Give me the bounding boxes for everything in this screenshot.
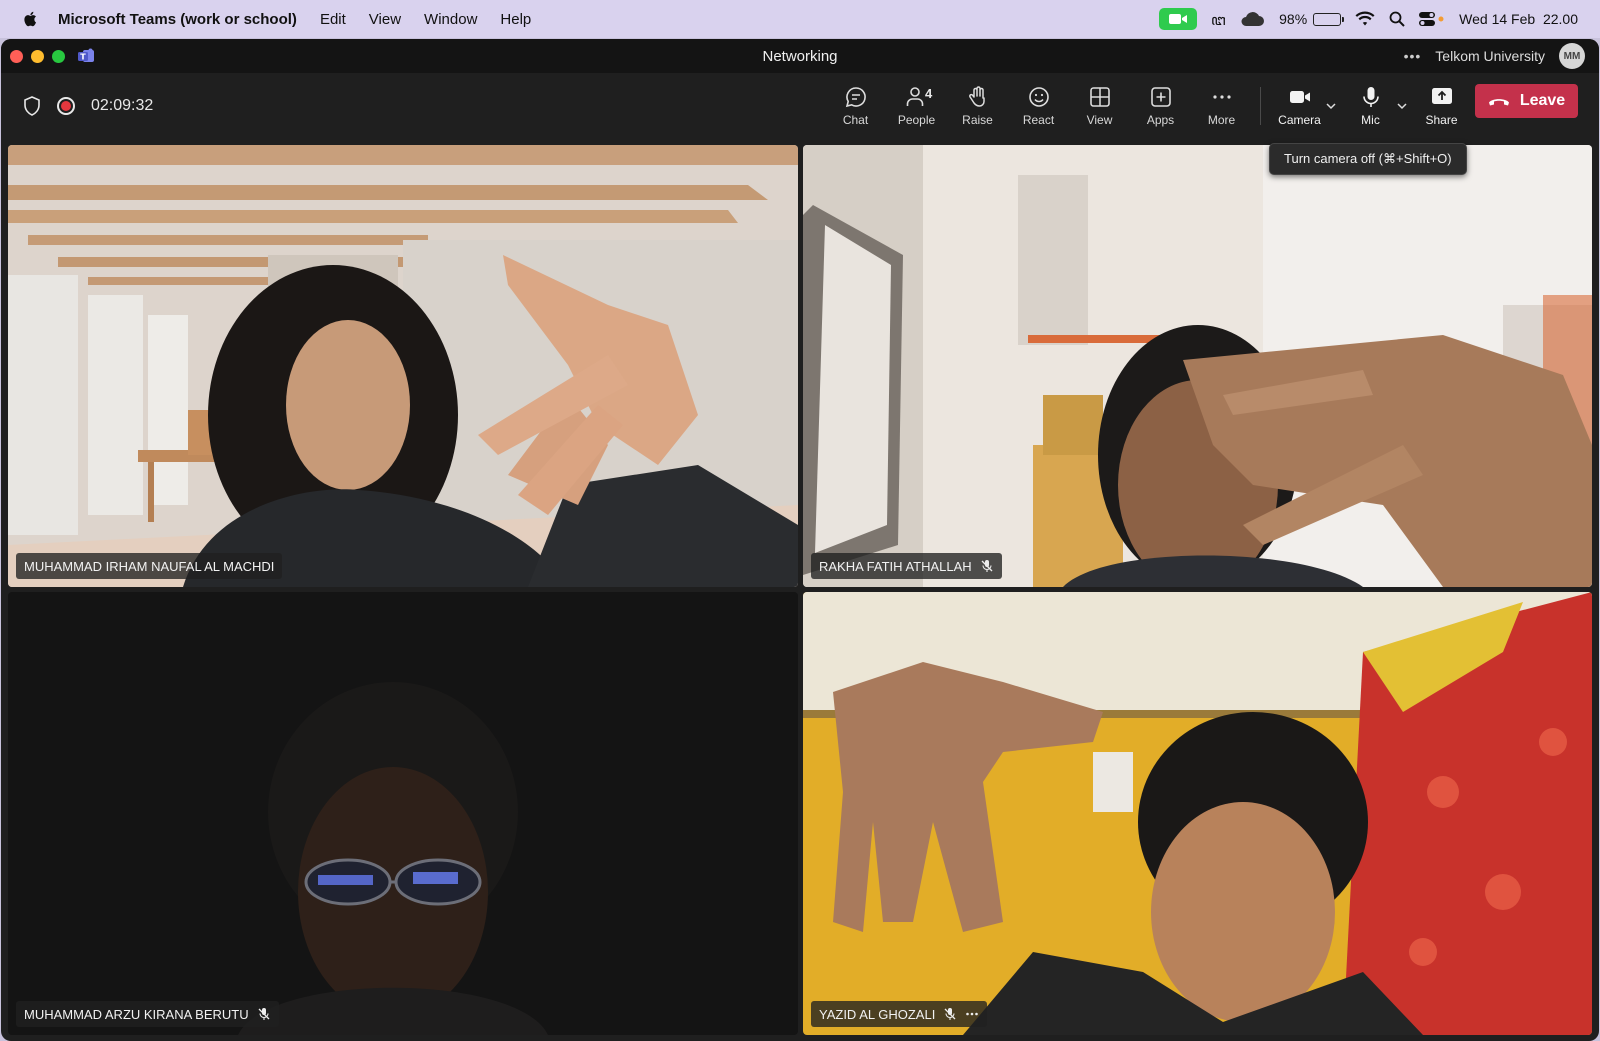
- battery-icon: [1313, 12, 1345, 26]
- mic-button[interactable]: Mic: [1340, 78, 1401, 134]
- window-controls: [10, 49, 65, 63]
- participant-name-tag: MUHAMMAD ARZU KIRANA BERUTU: [16, 1001, 279, 1027]
- view-button[interactable]: View: [1069, 78, 1130, 134]
- raise-hand-icon: [968, 86, 985, 107]
- battery-status[interactable]: 98%: [1279, 11, 1345, 27]
- teams-window: T Networking ••• Telkom University MM 02…: [1, 39, 1599, 1041]
- leave-label: Leave: [1519, 92, 1566, 109]
- menu-bar: Microsoft Teams (work or school) Edit Vi…: [0, 0, 1600, 38]
- grid-view-icon: [1089, 87, 1110, 107]
- org-name[interactable]: Telkom University: [1435, 48, 1545, 64]
- menubar-status: ꦧ 98% Wed 14 Feb 22.00: [1159, 0, 1578, 38]
- participant-video-feed: [8, 145, 798, 587]
- recording-icon: [57, 97, 75, 115]
- apple-icon[interactable]: [22, 10, 40, 28]
- people-label: People: [897, 113, 936, 127]
- ellipsis-icon: [1212, 95, 1231, 99]
- camera-label: Camera: [1278, 113, 1321, 127]
- microphone-icon: [1362, 87, 1379, 107]
- battery-percent: 98%: [1279, 11, 1308, 27]
- people-count: 4: [925, 86, 933, 101]
- react-button[interactable]: React: [1008, 78, 1069, 134]
- share-label: Share: [1425, 113, 1458, 127]
- mic-off-icon: [981, 560, 993, 572]
- participant-name: YAZID AL GHOZALI: [819, 1006, 936, 1022]
- more-options-icon[interactable]: •••: [1404, 48, 1422, 64]
- control-center-icon[interactable]: [1419, 11, 1445, 27]
- zoom-window-button[interactable]: [52, 49, 65, 63]
- app-menu[interactable]: Microsoft Teams (work or school): [58, 11, 297, 28]
- mic-label: Mic: [1361, 113, 1380, 127]
- input-source-icon[interactable]: ꦧ: [1211, 10, 1225, 28]
- minimize-window-button[interactable]: [31, 49, 44, 63]
- menu-view[interactable]: View: [369, 11, 401, 28]
- participant-video-feed: [803, 145, 1592, 587]
- meeting-status: 02:09:32: [23, 96, 153, 116]
- svg-text:ꦧ: ꦧ: [1211, 11, 1225, 28]
- clock[interactable]: Wed 14 Feb 22.00: [1459, 11, 1578, 27]
- video-grid: MUHAMMAD IRHAM NAUFAL AL MACHDI RAKHA FA…: [8, 145, 1592, 1035]
- participant-more-options-icon[interactable]: [965, 1007, 979, 1021]
- chat-icon: [845, 87, 866, 108]
- chat-button[interactable]: Chat: [825, 78, 886, 134]
- meeting-timer: 02:09:32: [91, 97, 154, 114]
- avatar[interactable]: MM: [1559, 43, 1585, 69]
- camera-tooltip: Turn camera off (⌘+Shift+O): [1269, 143, 1467, 175]
- share-button[interactable]: Share: [1411, 78, 1472, 134]
- toolbar-buttons: Chat 4 People Raise React View Apps More…: [825, 73, 1472, 139]
- meeting-toolbar: 02:09:32 Chat 4 People Raise React View …: [1, 73, 1599, 139]
- view-label: View: [1086, 113, 1113, 127]
- shield-icon[interactable]: [23, 96, 41, 116]
- raise-hand-button[interactable]: Raise: [947, 78, 1008, 134]
- participant-name: MUHAMMAD IRHAM NAUFAL AL MACHDI: [24, 558, 275, 574]
- participant-name: MUHAMMAD ARZU KIRANA BERUTU: [24, 1006, 249, 1022]
- smiley-icon: [1028, 87, 1049, 107]
- share-screen-icon: [1431, 88, 1452, 104]
- hang-up-icon: [1488, 99, 1509, 106]
- apps-button[interactable]: Apps: [1130, 78, 1191, 134]
- participant-name-tag: RAKHA FATIH ATHALLAH: [811, 553, 1002, 579]
- apps-label: Apps: [1146, 113, 1175, 127]
- camera-button[interactable]: Camera: [1269, 78, 1330, 134]
- mic-off-icon: [944, 1008, 956, 1020]
- participant-video-tile[interactable]: MUHAMMAD IRHAM NAUFAL AL MACHDI: [8, 145, 798, 587]
- participant-video-feed: [803, 592, 1592, 1035]
- people-button[interactable]: 4 People: [886, 78, 947, 134]
- title-bar-right: ••• Telkom University MM: [1404, 39, 1585, 73]
- camera-icon: [1289, 91, 1310, 103]
- participant-name: RAKHA FATIH ATHALLAH: [819, 558, 972, 574]
- spotlight-search-icon[interactable]: [1389, 11, 1405, 27]
- menu-help[interactable]: Help: [500, 11, 531, 28]
- raise-label: Raise: [962, 113, 993, 127]
- participant-video-tile[interactable]: YAZID AL GHOZALI: [803, 592, 1592, 1035]
- more-button[interactable]: More: [1191, 78, 1252, 134]
- meeting-title: Networking: [762, 47, 838, 65]
- cloud-icon[interactable]: [1239, 11, 1265, 27]
- react-label: React: [1022, 113, 1055, 127]
- wifi-icon[interactable]: [1355, 11, 1375, 27]
- add-app-icon: [1150, 87, 1171, 107]
- camera-in-use-icon[interactable]: [1159, 8, 1198, 30]
- chat-label: Chat: [842, 113, 869, 127]
- mic-off-icon: [258, 1008, 270, 1020]
- teams-logo-icon: T: [78, 48, 94, 62]
- participant-name-tag: YAZID AL GHOZALI: [811, 1001, 988, 1027]
- participant-video-feed: [8, 592, 798, 1035]
- svg-text:T: T: [80, 53, 86, 62]
- menu-window[interactable]: Window: [424, 11, 477, 28]
- leave-button[interactable]: Leave: [1475, 84, 1578, 118]
- title-bar: T Networking ••• Telkom University MM: [1, 39, 1599, 73]
- participant-video-tile[interactable]: MUHAMMAD ARZU KIRANA BERUTU: [8, 592, 798, 1035]
- participant-name-tag: MUHAMMAD IRHAM NAUFAL AL MACHDI: [16, 553, 283, 579]
- participant-video-tile[interactable]: RAKHA FATIH ATHALLAH: [803, 145, 1592, 587]
- menu-edit[interactable]: Edit: [320, 11, 346, 28]
- close-window-button[interactable]: [10, 49, 23, 63]
- toolbar-divider: [1260, 87, 1261, 125]
- more-label: More: [1207, 113, 1236, 127]
